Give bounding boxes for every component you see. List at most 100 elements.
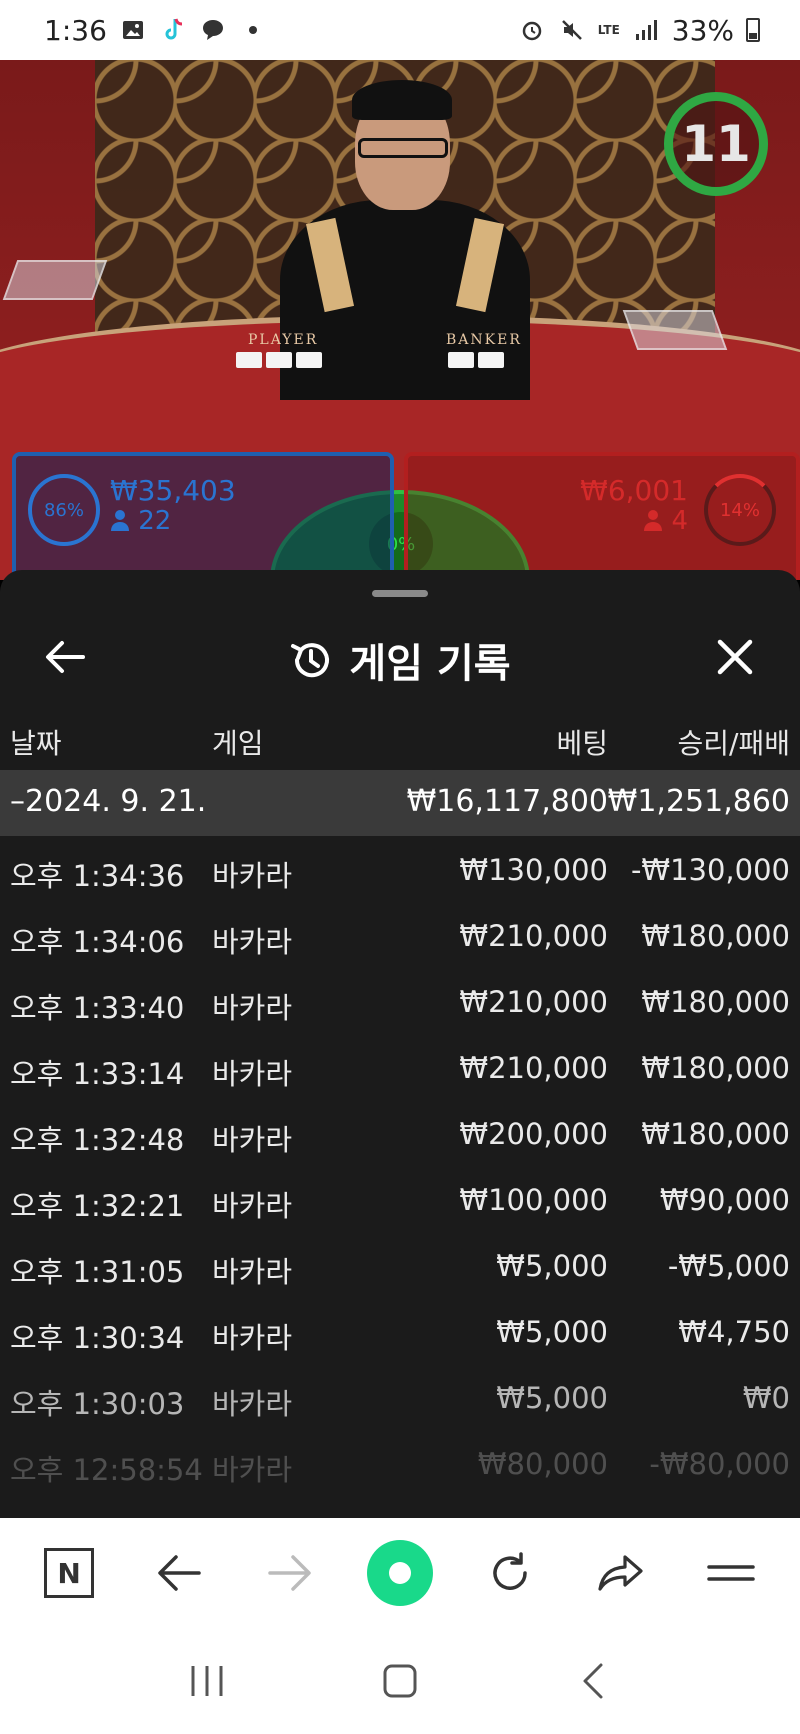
row-game: 바카라: [212, 1255, 293, 1289]
system-nav-bar: [0, 1628, 800, 1734]
table-row[interactable]: 오후 1:33:14 바카라 ₩210,000 ₩180,000: [0, 1034, 800, 1100]
bet-banker-area[interactable]: 14% ₩6,001 4: [404, 452, 800, 580]
panel-title-wrap: 게임 기록: [289, 631, 511, 689]
dot-icon: [239, 16, 267, 44]
browser-back-button[interactable]: [144, 1538, 214, 1608]
back-icon: [158, 1555, 202, 1591]
panel-title: 게임 기록: [349, 641, 511, 687]
back-button[interactable]: [40, 632, 90, 682]
panel-header: 게임 기록: [0, 610, 800, 710]
table-row[interactable]: 오후 1:34:36 바카라 ₩130,000 -₩130,000: [0, 836, 800, 902]
col-bet: 베팅: [556, 727, 608, 760]
recent-apps-button[interactable]: [177, 1651, 237, 1711]
status-right: LTE 33%: [518, 14, 760, 47]
row-time: 오후 1:32:48: [10, 1123, 185, 1157]
browser-home-button[interactable]: [365, 1538, 435, 1608]
row-game: 바카라: [212, 991, 293, 1025]
row-time: 오후 1:34:06: [10, 925, 185, 959]
n-app-icon: N: [44, 1548, 95, 1598]
recents-icon: [191, 1666, 223, 1696]
countdown-timer: 11: [664, 92, 768, 196]
game-history-panel: 게임 기록 날짜 게임 베팅 승리/패배 –2024. 9. 21. ₩16,1…: [0, 570, 800, 1518]
player-count: 22: [110, 506, 171, 536]
player-percent: 86%: [28, 474, 100, 546]
browser-refresh-button[interactable]: [475, 1538, 545, 1608]
close-icon: [717, 639, 753, 675]
banker-count-value: 4: [671, 506, 688, 536]
col-win-loss: 승리/패배: [677, 727, 790, 760]
status-bar: 1:36 LTE 33%: [0, 0, 800, 60]
history-rows: 오후 1:34:36 바카라 ₩130,000 -₩130,000 오후 1:3…: [0, 836, 800, 1496]
history-icon: [291, 643, 330, 678]
col-game: 게임: [212, 727, 264, 760]
row-game: 바카라: [212, 1387, 293, 1421]
row-bet: ₩130,000: [459, 853, 608, 887]
card-shoe-right: [622, 310, 728, 350]
system-back-button[interactable]: [563, 1651, 623, 1711]
row-bet: ₩210,000: [459, 985, 608, 1019]
table-row[interactable]: 오후 12:58:54 바카라 ₩80,000 -₩80,000: [0, 1430, 800, 1496]
home-icon: [366, 1540, 433, 1606]
status-time: 1:36: [44, 13, 107, 47]
banker-amount: ₩6,001: [580, 474, 688, 507]
row-time: 오후 1:31:05: [10, 1255, 185, 1289]
felt-label-banker: BANKER: [446, 332, 522, 348]
player-count-value: 22: [138, 506, 172, 536]
square-icon: [383, 1664, 417, 1698]
refresh-icon: [493, 1552, 528, 1590]
row-win-loss: ₩180,000: [641, 919, 790, 953]
banker-count: 4: [643, 506, 688, 536]
table-row[interactable]: 오후 1:32:21 바카라 ₩100,000 ₩90,000: [0, 1166, 800, 1232]
row-bet: ₩80,000: [477, 1447, 608, 1481]
date-summary-row[interactable]: –2024. 9. 21. ₩16,117,800 ₩1,251,860: [0, 770, 800, 836]
row-bet: ₩200,000: [459, 1117, 608, 1151]
table-row[interactable]: 오후 1:30:03 바카라 ₩5,000 ₩0: [0, 1364, 800, 1430]
table-row[interactable]: 오후 1:33:40 바카라 ₩210,000 ₩180,000: [0, 968, 800, 1034]
row-time: 오후 1:33:40: [10, 991, 185, 1025]
row-time: 오후 1:32:21: [10, 1189, 185, 1223]
summary-date: –2024. 9. 21.: [10, 784, 207, 819]
summary-win-loss: ₩1,251,860: [607, 784, 790, 819]
row-game: 바카라: [212, 1123, 293, 1157]
row-bet: ₩5,000: [496, 1315, 608, 1349]
column-headers: 날짜 게임 베팅 승리/패배: [0, 708, 800, 768]
table-row[interactable]: 오후 1:30:34 바카라 ₩5,000 ₩4,750: [0, 1298, 800, 1364]
row-win-loss: ₩4,750: [678, 1315, 790, 1349]
row-game: 바카라: [212, 1189, 293, 1223]
row-win-loss: ₩180,000: [641, 985, 790, 1019]
table-row[interactable]: 오후 1:32:48 바카라 ₩200,000 ₩180,000: [0, 1100, 800, 1166]
row-win-loss: ₩180,000: [641, 1051, 790, 1085]
mute-icon: [558, 16, 586, 44]
row-game: 바카라: [212, 925, 293, 959]
chevron-left-icon: [583, 1663, 603, 1699]
user-icon: [644, 510, 663, 531]
row-game: 바카라: [212, 859, 293, 893]
felt-label-player: PLAYER: [248, 332, 319, 348]
status-left: 1:36: [44, 14, 267, 47]
bet-player-area[interactable]: 86% ₩35,403 22: [12, 452, 394, 580]
row-bet: ₩5,000: [496, 1381, 608, 1415]
row-win-loss: -₩80,000: [649, 1447, 790, 1481]
system-home-button[interactable]: [370, 1651, 430, 1711]
drag-handle[interactable]: [372, 590, 428, 597]
table-row[interactable]: 오후 1:34:06 바카라 ₩210,000 ₩180,000: [0, 902, 800, 968]
row-win-loss: ₩0: [742, 1381, 790, 1415]
chat-icon: [199, 16, 227, 44]
arrow-left-icon: [46, 641, 85, 673]
row-game: 바카라: [212, 1321, 293, 1355]
row-time: 오후 1:30:03: [10, 1387, 185, 1421]
gallery-icon: [119, 16, 147, 44]
card-shoe-left: [2, 260, 108, 300]
row-game: 바카라: [212, 1453, 293, 1487]
menu-icon: [707, 1565, 755, 1581]
row-win-loss: ₩180,000: [641, 1117, 790, 1151]
browser-forward-button[interactable]: [255, 1538, 325, 1608]
close-button[interactable]: [710, 632, 760, 682]
n-app-button[interactable]: N: [34, 1538, 104, 1608]
browser-menu-button[interactable]: [696, 1538, 766, 1608]
browser-share-button[interactable]: [586, 1538, 656, 1608]
banker-cards: [448, 352, 504, 368]
row-time: 오후 1:30:34: [10, 1321, 185, 1355]
table-row[interactable]: 오후 1:31:05 바카라 ₩5,000 -₩5,000: [0, 1232, 800, 1298]
row-game: 바카라: [212, 1057, 293, 1091]
